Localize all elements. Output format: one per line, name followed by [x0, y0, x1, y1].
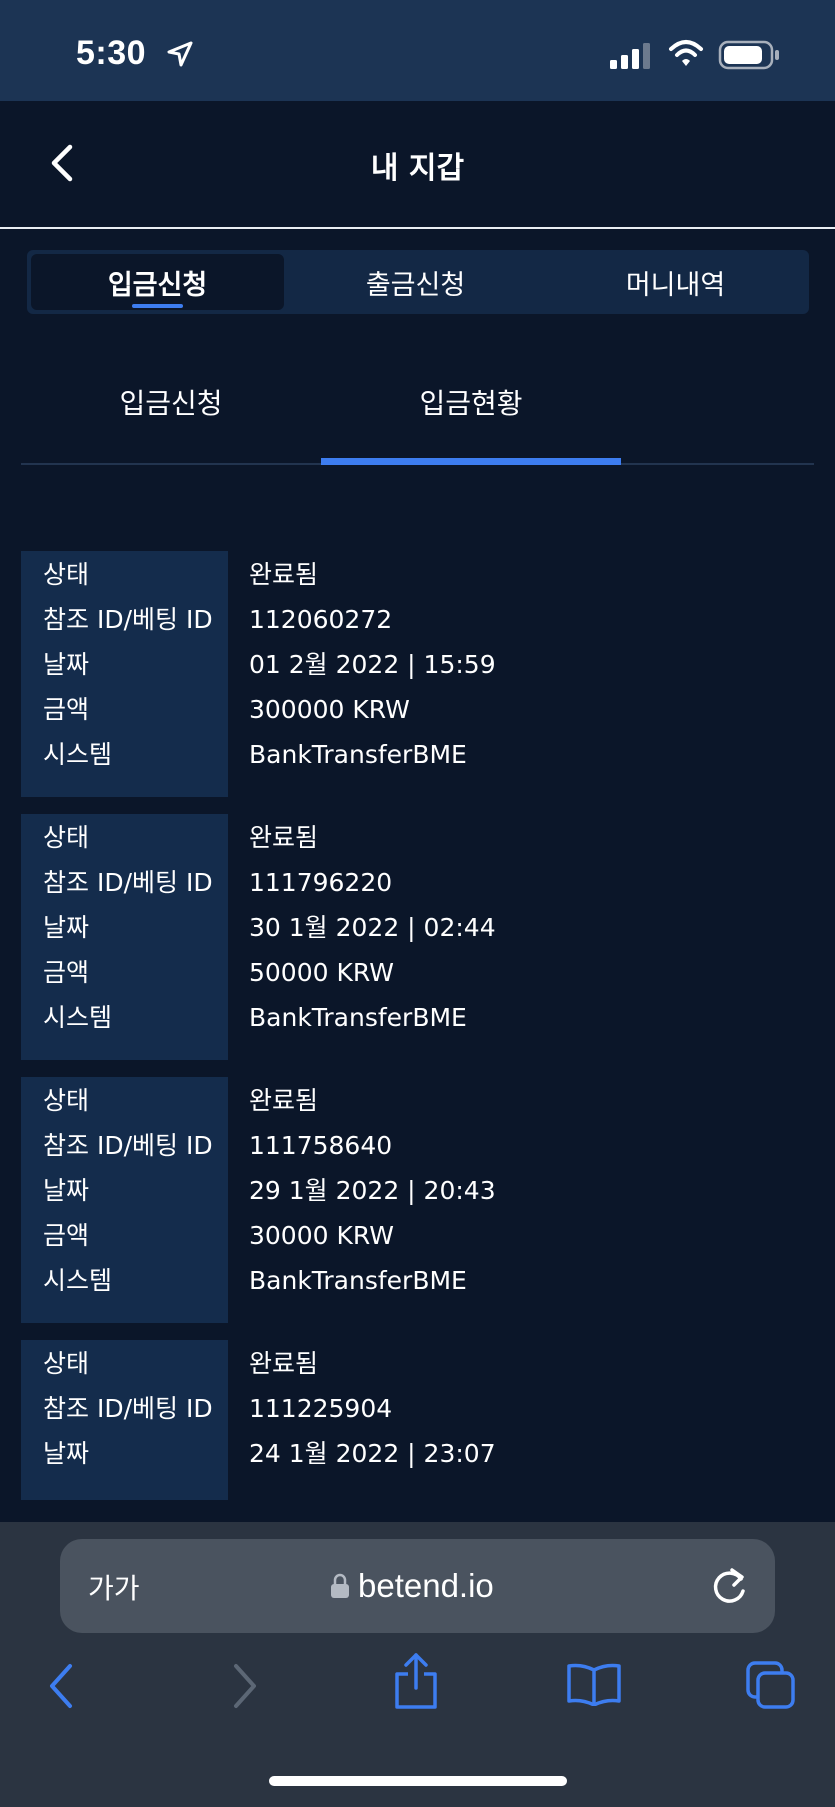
subtab-deposit-request[interactable]: 입금신청 [21, 340, 321, 463]
header: 내 지갑 [0, 101, 835, 229]
record-row: 금액 300000 KRW [21, 688, 814, 732]
row-value: 완료됨 [249, 823, 319, 852]
record-row: 날짜 29 1월 2022 | 20:43 [21, 1169, 814, 1213]
bookmarks-icon[interactable] [566, 1662, 622, 1706]
battery-icon [718, 40, 779, 70]
row-label: 상태 [43, 823, 90, 852]
deposit-record: 상태 완료됨 참조 ID/베팅 ID 111796220 날짜 30 1월 2022 … [21, 814, 814, 1060]
record-row: 상태 완료됨 [21, 553, 814, 597]
row-value: 완료됨 [249, 1086, 319, 1115]
row-value: 112060272 [249, 605, 393, 634]
reload-icon[interactable] [710, 1565, 750, 1607]
record-row: 날짜 01 2월 2022 | 15:59 [21, 643, 814, 687]
cellular-signal-icon [610, 43, 650, 69]
subtab-label: 입금신청 [119, 386, 223, 420]
url-text: betend.io [358, 1567, 494, 1604]
row-value: 24 1월 2022 | 23:07 [249, 1439, 496, 1468]
chevron-left-icon[interactable] [46, 1660, 78, 1712]
row-value: 01 2월 2022 | 15:59 [249, 650, 496, 679]
record-row: 시스템 BankTransferBME [21, 1259, 814, 1303]
main-tabs: 입금신청 출금신청 머니내역 [27, 250, 809, 314]
record-row: 시스템 BankTransferBME [21, 996, 814, 1040]
row-label: 참조 ID/베팅 ID [43, 1131, 213, 1160]
row-value: 30 1월 2022 | 02:44 [249, 913, 496, 942]
url-display[interactable]: betend.io [330, 1561, 494, 1611]
record-row: 날짜 24 1월 2022 | 23:07 [21, 1432, 814, 1476]
row-label: 상태 [43, 1349, 90, 1378]
row-label: 참조 ID/베팅 ID [43, 605, 213, 634]
subtab-active-indicator [321, 458, 621, 465]
row-label: 금액 [43, 1221, 90, 1250]
row-value: 111758640 [249, 1131, 393, 1160]
row-label: 날짜 [43, 1176, 90, 1205]
row-label: 날짜 [43, 1439, 90, 1468]
home-indicator [269, 1776, 567, 1786]
status-time: 5:30 [76, 34, 147, 72]
record-row: 참조 ID/베팅 ID 111796220 [21, 861, 814, 905]
subtab-deposit-status[interactable]: 입금현황 [321, 340, 621, 463]
record-row: 상태 완료됨 [21, 1342, 814, 1386]
record-row: 금액 30000 KRW [21, 1214, 814, 1258]
row-value: 30000 KRW [249, 1221, 394, 1250]
row-value: 50000 KRW [249, 958, 394, 987]
row-label: 날짜 [43, 913, 90, 942]
tab-deposit-request[interactable]: 입금신청 [31, 254, 284, 310]
deposit-record: 상태 완료됨 참조 ID/베팅 ID 111758640 날짜 29 1월 2022 … [21, 1077, 814, 1323]
row-value: BankTransferBME [249, 740, 467, 769]
row-label: 상태 [43, 560, 90, 589]
tab-label: 출금신청 [365, 269, 466, 301]
deposit-record: 상태 완료됨 참조 ID/베팅 ID 112060272 날짜 01 2월 2022 … [21, 551, 814, 797]
share-icon[interactable] [393, 1652, 439, 1710]
tabs-icon[interactable] [745, 1660, 797, 1710]
row-label: 시스템 [43, 1266, 113, 1295]
record-row: 참조 ID/베팅 ID 111758640 [21, 1124, 814, 1168]
row-label: 날짜 [43, 650, 90, 679]
tab-label: 입금신청 [107, 269, 208, 301]
subtab-label: 입금현황 [419, 386, 523, 420]
lock-icon [331, 1573, 349, 1598]
row-value: 완료됨 [249, 1349, 319, 1378]
row-label: 상태 [43, 1086, 90, 1115]
row-value: 300000 KRW [249, 695, 410, 724]
row-value: 111225904 [249, 1394, 393, 1423]
row-label: 금액 [43, 958, 90, 987]
row-value: 완료됨 [249, 560, 319, 589]
deposit-record: 상태 완료됨 참조 ID/베팅 ID 111225904 날짜 24 1월 2022 … [21, 1340, 814, 1500]
record-row: 시스템 BankTransferBME [21, 733, 814, 777]
row-label: 금액 [43, 695, 90, 724]
tab-withdraw-request[interactable]: 출금신청 [289, 254, 542, 310]
page-title: 내 지갑 [370, 151, 465, 186]
tab-active-indicator [132, 304, 183, 308]
row-label: 시스템 [43, 740, 113, 769]
location-arrow-icon [167, 41, 193, 67]
row-value: BankTransferBME [249, 1003, 467, 1032]
record-row: 참조 ID/베팅 ID 111225904 [21, 1387, 814, 1431]
row-label: 시스템 [43, 1003, 113, 1032]
row-value: 111796220 [249, 868, 393, 897]
wifi-icon [669, 40, 703, 66]
row-label: 참조 ID/베팅 ID [43, 1394, 213, 1423]
record-row: 참조 ID/베팅 ID 112060272 [21, 598, 814, 642]
text-size-button[interactable]: 가가 [88, 1567, 140, 1607]
record-row: 날짜 30 1월 2022 | 02:44 [21, 906, 814, 950]
chevron-right-icon[interactable] [228, 1660, 260, 1712]
row-label: 참조 ID/베팅 ID [43, 868, 213, 897]
record-row: 금액 50000 KRW [21, 951, 814, 995]
record-row: 상태 완료됨 [21, 816, 814, 860]
tab-label: 머니내역 [625, 269, 726, 301]
tab-money-history[interactable]: 머니내역 [549, 254, 802, 310]
address-bar[interactable]: 가가 betend.io [60, 1539, 775, 1633]
row-value: BankTransferBME [249, 1266, 467, 1295]
status-bar: 5:30 [0, 0, 835, 101]
row-value: 29 1월 2022 | 20:43 [249, 1176, 496, 1205]
record-row: 상태 완료됨 [21, 1079, 814, 1123]
sub-tabs: 입금신청 입금현황 [21, 340, 814, 465]
